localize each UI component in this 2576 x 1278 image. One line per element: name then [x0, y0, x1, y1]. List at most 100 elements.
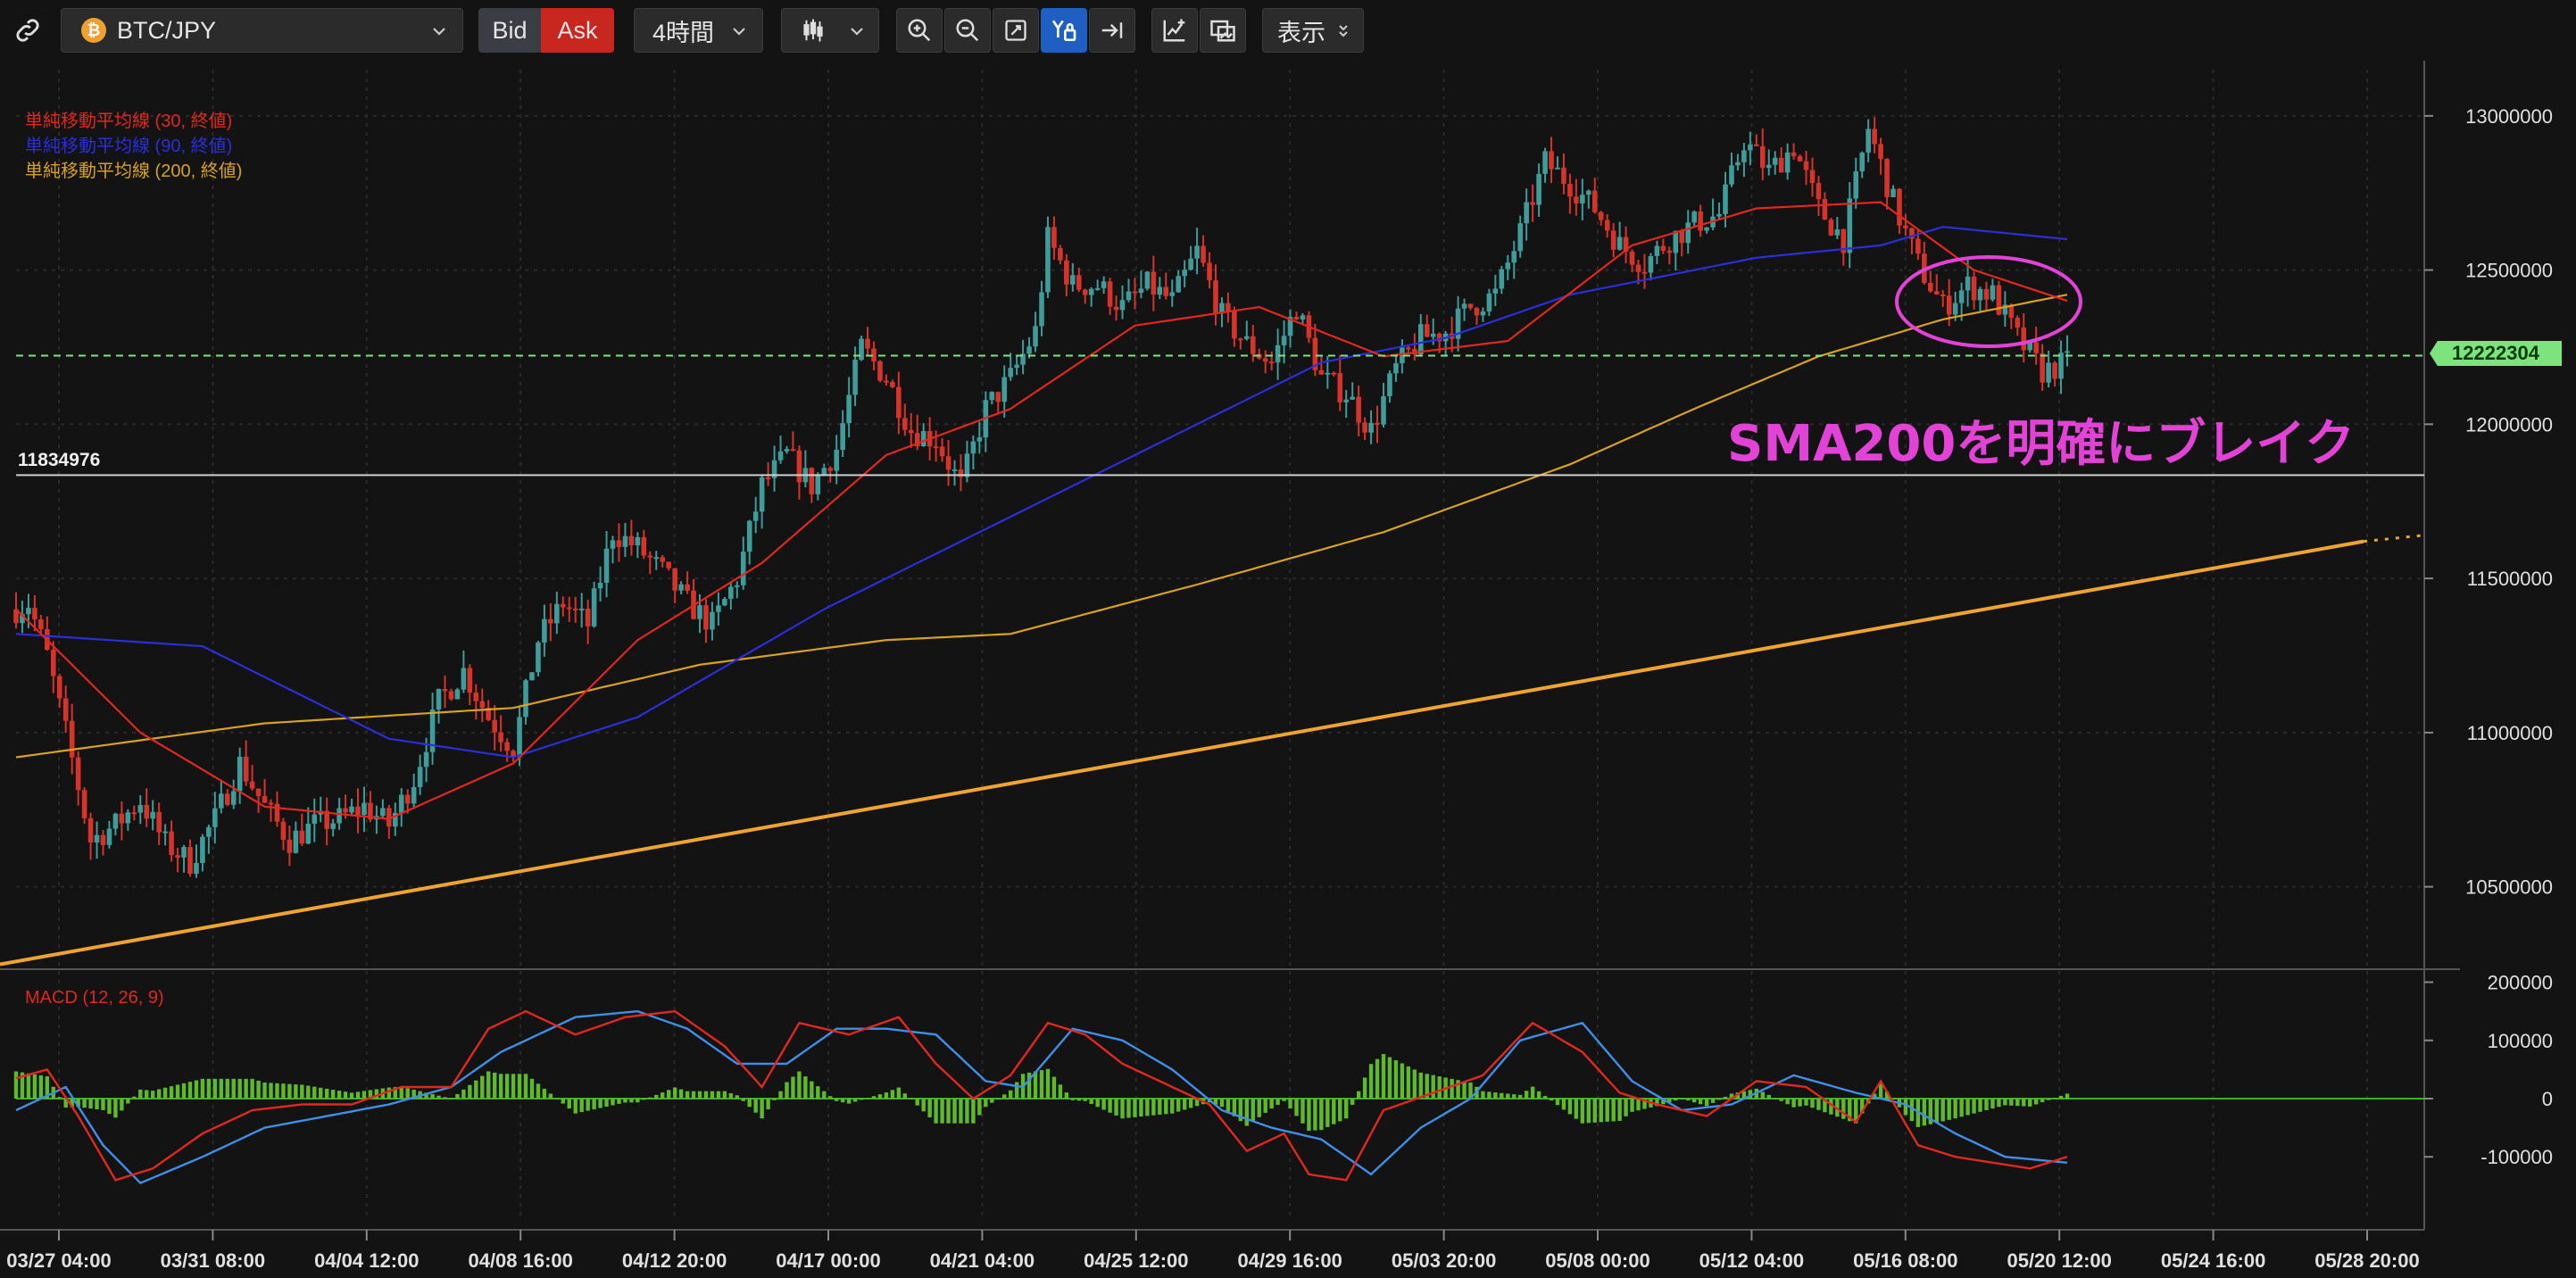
macd-histogram-bar: [1226, 1099, 1231, 1112]
link-icon[interactable]: [7, 8, 48, 53]
auto-scale-button[interactable]: [1041, 8, 1087, 53]
zoom-out-button[interactable]: [944, 8, 991, 53]
macd-histogram-bar: [1332, 1099, 1336, 1124]
candle-body: [467, 668, 473, 693]
interval-select[interactable]: 4時間: [634, 8, 763, 53]
macd-histogram-bar: [162, 1087, 168, 1099]
candle-body: [106, 828, 112, 845]
candle-body: [380, 808, 386, 817]
macd-histogram-bar: [691, 1091, 696, 1099]
macd-histogram-bar: [2003, 1099, 2007, 1106]
zoom-in-button[interactable]: [896, 8, 943, 53]
macd-histogram-bar: [1257, 1099, 1261, 1117]
macd-histogram-bar: [871, 1096, 877, 1099]
candle-body: [840, 423, 845, 450]
candle-body: [162, 831, 168, 834]
screenshot-button[interactable]: [1200, 8, 1246, 53]
macd-histogram-bar: [2052, 1098, 2057, 1100]
candle-body: [1113, 306, 1119, 311]
macd-histogram-bar: [244, 1078, 248, 1099]
macd-histogram-bar: [1617, 1099, 1622, 1121]
macd-histogram-bar: [38, 1075, 44, 1099]
macd-histogram-bar: [1462, 1081, 1467, 1099]
candle-body: [1586, 190, 1591, 195]
candle-body: [660, 557, 666, 562]
macd-histogram-bar: [1760, 1091, 1765, 1099]
ask-button[interactable]: Ask: [541, 8, 614, 53]
price-tick-label: 12500000: [2465, 260, 2553, 282]
legend-macd[interactable]: MACD (12, 26, 9): [25, 988, 164, 1008]
candle-body: [964, 453, 970, 477]
macd-histogram-bar: [1940, 1099, 1945, 1122]
candle-body: [1132, 291, 1138, 294]
macd-histogram-bar: [835, 1099, 839, 1101]
macd-histogram-bar: [1841, 1099, 1846, 1119]
symbol-select[interactable]: ₿ BTC/JPY: [61, 8, 463, 53]
candle-body: [859, 338, 864, 361]
chart-type-select[interactable]: [781, 8, 879, 53]
macd-histogram-bar: [2040, 1099, 2045, 1103]
bid-button[interactable]: Bid: [478, 8, 541, 53]
pane-separator[interactable]: [0, 61, 2460, 1231]
chart-area[interactable]: 13000000 12500000 12000000 11500000 11000000…: [0, 61, 2576, 1278]
macd-histogram-bar: [760, 1099, 764, 1119]
zoom-out-icon: [956, 19, 979, 42]
legend-sma30[interactable]: 単純移動平均線 (30, 終値): [25, 111, 232, 131]
candle-body: [1169, 292, 1176, 296]
candle-body: [877, 361, 883, 381]
chevron-down-icon: [433, 28, 445, 36]
candle-body: [81, 790, 87, 818]
candle-body: [492, 719, 497, 733]
macd-histogram-bar: [474, 1080, 478, 1099]
candle-body: [1654, 245, 1660, 256]
macd-histogram-bar: [816, 1086, 820, 1099]
candle-body: [2046, 362, 2051, 383]
macd-histogram-bar: [1766, 1094, 1771, 1099]
macd-histogram-bar: [1512, 1094, 1517, 1099]
macd-histogram-bar: [256, 1080, 261, 1099]
candle-body: [119, 813, 125, 824]
macd-histogram-bar: [1506, 1093, 1510, 1099]
candle-body: [1337, 373, 1343, 402]
macd-histogram-bar: [2033, 1099, 2039, 1105]
macd-histogram-bar: [927, 1099, 932, 1118]
price-tick-label: 11500000: [2467, 568, 2553, 590]
macd-histogram-bar: [319, 1087, 323, 1099]
candle-body: [1474, 308, 1480, 316]
macd-histogram-bar: [685, 1091, 690, 1099]
fit-screen-button[interactable]: [993, 8, 1039, 53]
candle-body: [2033, 342, 2039, 353]
candle-body: [1803, 161, 1809, 170]
macd-histogram-bar: [1878, 1083, 1883, 1099]
time-axis[interactable]: 03/27 04:00 03/31 08:00 04/04 12:00 04/08 1…: [6, 1230, 2420, 1272]
candle-body: [734, 585, 740, 587]
legend-sma90[interactable]: 単純移動平均線 (90, 終値): [25, 136, 232, 156]
macd-histogram-bar: [1773, 1098, 1777, 1100]
macd-histogram-bar: [573, 1099, 578, 1114]
macd-histogram-bar: [337, 1091, 342, 1099]
candle-body: [1903, 225, 1908, 228]
scroll-to-end-button[interactable]: [1089, 8, 1135, 53]
display-menu[interactable]: 表示: [1262, 8, 1364, 53]
candle-body: [1094, 287, 1101, 290]
add-indicator-button[interactable]: [1151, 8, 1198, 53]
macd-histogram-bar: [219, 1078, 223, 1099]
candle-body: [578, 608, 585, 610]
candle-body: [1381, 396, 1386, 425]
macd-histogram-bar: [1586, 1099, 1591, 1124]
candle-body: [2015, 318, 2021, 328]
macd-histogram-bar: [617, 1099, 621, 1104]
macd-histogram-bar: [1145, 1099, 1150, 1116]
candle-body: [1480, 311, 1486, 316]
macd-histogram-bar: [200, 1078, 205, 1099]
macd-histogram-bar: [26, 1073, 31, 1099]
macd-histogram-bar: [1108, 1099, 1112, 1113]
macd-histogram-bar: [324, 1088, 329, 1099]
price-axis[interactable]: 13000000 12500000 12000000 11500000 11000000…: [2424, 105, 2553, 1168]
candle-body: [1778, 157, 1784, 173]
legend-sma200[interactable]: 単純移動平均線 (200, 終値): [25, 161, 242, 181]
candle-body: [1983, 288, 1990, 300]
price-tick-label: 13000000: [2465, 105, 2553, 128]
macd-histogram-bar: [1686, 1099, 1691, 1101]
macd-histogram-bar: [1381, 1054, 1386, 1099]
